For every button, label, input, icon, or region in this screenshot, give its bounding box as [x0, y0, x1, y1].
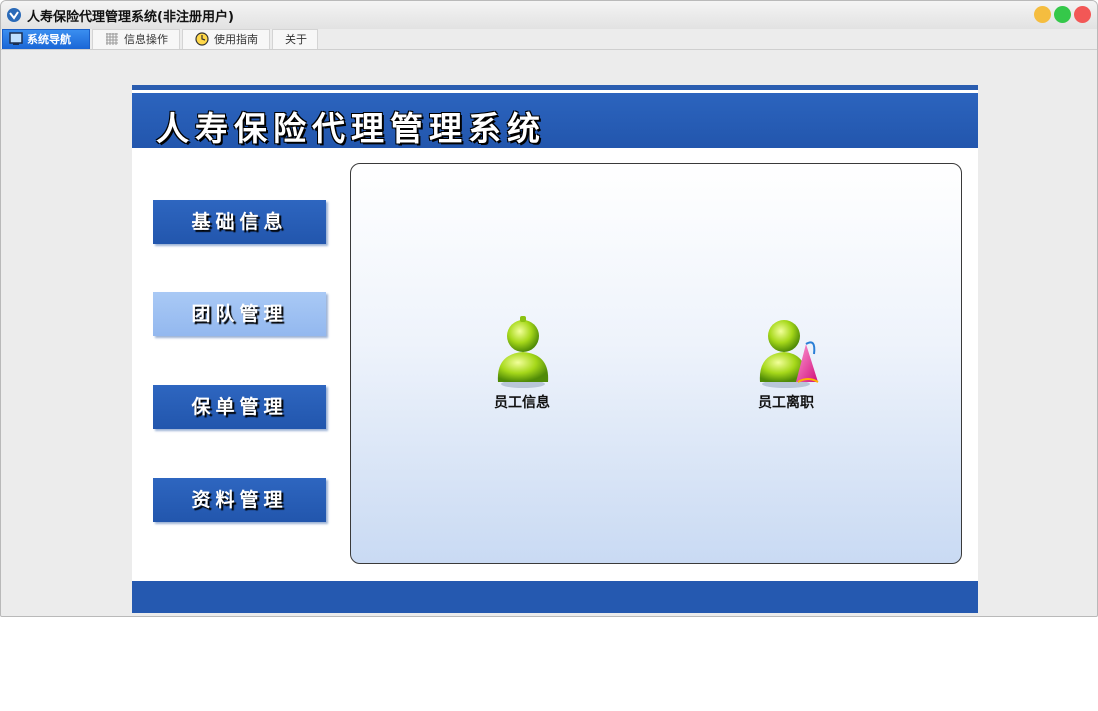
app-window: 人寿保险代理管理系统(非注册用户) 系统导航 信息操作 使用指南 关于 人寿保险… — [0, 0, 1098, 617]
main-panel: 人寿保险代理管理系统 基础信息 团队管理 保单管理 资料管理 员工信息 员工离职 — [132, 85, 978, 613]
employee-leave-item[interactable]: 员工离职 — [731, 314, 841, 424]
clock-icon — [195, 32, 209, 46]
content-area: 员工信息 员工离职 — [350, 163, 962, 564]
nav-document-management-button[interactable]: 资料管理 — [153, 478, 326, 522]
monitor-icon — [9, 32, 23, 45]
tab-info-operations[interactable]: 信息操作 — [92, 29, 180, 49]
tab-system-navigation[interactable]: 系统导航 — [2, 29, 90, 49]
employee-user-icon — [497, 316, 549, 388]
employee-leave-label: 员工离职 — [758, 395, 814, 411]
system-title: 人寿保险代理管理系统 — [156, 109, 546, 148]
close-button[interactable] — [1074, 6, 1091, 23]
employee-leave-icon — [759, 320, 819, 388]
footer-band — [132, 581, 978, 613]
tab-label: 信息操作 — [124, 33, 168, 46]
maximize-button[interactable] — [1054, 6, 1071, 23]
title-bar: 人寿保险代理管理系统(非注册用户) — [1, 1, 1097, 29]
tab-label: 使用指南 — [214, 33, 258, 46]
tab-user-guide[interactable]: 使用指南 — [182, 29, 270, 49]
nav-basic-info-button[interactable]: 基础信息 — [153, 200, 326, 244]
tab-bar: 系统导航 信息操作 使用指南 关于 — [1, 29, 1097, 50]
nav-team-management-button[interactable]: 团队管理 — [153, 292, 326, 336]
window-title: 人寿保险代理管理系统(非注册用户) — [27, 10, 234, 25]
header-top-line — [132, 85, 978, 90]
tab-label: 系统导航 — [27, 33, 71, 46]
header-banner: 人寿保险代理管理系统 — [132, 93, 978, 148]
employee-info-label: 员工信息 — [494, 395, 550, 411]
tab-about[interactable]: 关于 — [272, 29, 318, 49]
tab-label: 关于 — [285, 33, 307, 46]
minimize-button[interactable] — [1034, 6, 1051, 23]
app-logo-icon — [7, 8, 21, 22]
employee-info-item[interactable]: 员工信息 — [467, 314, 577, 424]
nav-policy-management-button[interactable]: 保单管理 — [153, 385, 326, 429]
grid-icon — [106, 33, 118, 45]
